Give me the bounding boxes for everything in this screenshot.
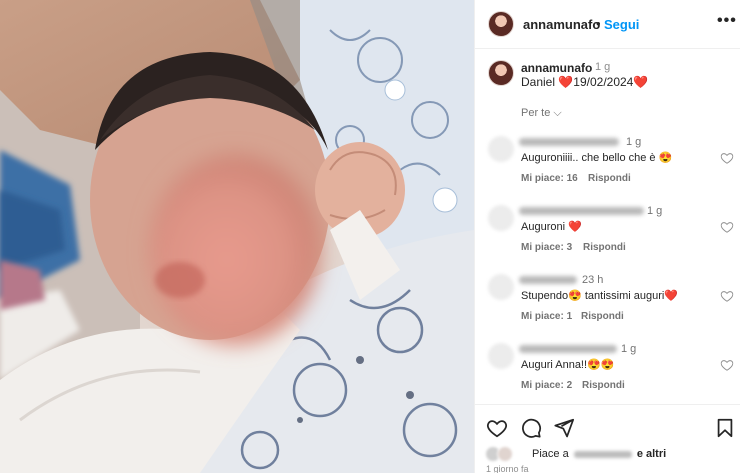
liker-avatar bbox=[497, 446, 513, 462]
post-caption: annamunafo 1 g Daniel ❤️19/02/2024❤️ Per… bbox=[475, 55, 740, 135]
heart-outline-icon[interactable] bbox=[720, 220, 734, 234]
header-separator: • bbox=[596, 16, 601, 31]
commenter-name-redacted bbox=[519, 345, 617, 353]
comment-item: 1 g Auguri Anna!!😍😍 Mi piace: 2 Rispondi bbox=[475, 343, 740, 403]
comment-age: 1 g bbox=[626, 136, 642, 148]
comment-text: Stupendo😍 tantissimi auguri❤️ bbox=[521, 290, 679, 302]
comment-item: 23 h Stupendo😍 tantissimi auguri❤️ Mi pi… bbox=[475, 274, 740, 334]
caption-age: 1 g bbox=[595, 61, 611, 73]
comment-likes[interactable]: Mi piace: 16 bbox=[521, 173, 578, 184]
commenter-avatar[interactable] bbox=[488, 274, 514, 300]
likes-suffix: e altri bbox=[636, 448, 667, 460]
author-avatar[interactable] bbox=[488, 11, 514, 37]
reply-button[interactable]: Rispondi bbox=[583, 242, 626, 253]
likes-text[interactable]: Piace a e altri bbox=[532, 448, 666, 460]
comment-icon[interactable] bbox=[520, 417, 542, 439]
comment-text: Auguri Anna!!😍😍 bbox=[521, 359, 615, 371]
newborn-photo bbox=[0, 0, 474, 473]
post-sidebar: annamunafo • Segui ••• annamunafo 1 g Da… bbox=[474, 0, 740, 473]
bookmark-icon[interactable] bbox=[714, 417, 736, 439]
author-username[interactable]: annamunafo bbox=[523, 17, 600, 32]
comment-age: 23 h bbox=[582, 274, 604, 286]
caption-username[interactable]: annamunafo bbox=[521, 61, 592, 75]
commenter-avatar[interactable] bbox=[488, 343, 514, 369]
reply-button[interactable]: Rispondi bbox=[581, 311, 624, 322]
reply-button[interactable]: Rispondi bbox=[588, 173, 631, 184]
caption-avatar[interactable] bbox=[488, 60, 514, 86]
post-timestamp: 1 giorno fa bbox=[486, 464, 529, 473]
commenter-name-redacted bbox=[519, 276, 577, 284]
comment-item: 1 g Auguroni ❤️ Mi piace: 3 Rispondi bbox=[475, 205, 740, 265]
comment-likes[interactable]: Mi piace: 2 bbox=[521, 380, 572, 391]
paper-plane-icon[interactable] bbox=[553, 417, 575, 439]
comment-text: Auguroni ❤️ bbox=[521, 221, 582, 233]
commenter-name-redacted bbox=[519, 138, 619, 146]
heart-outline-icon[interactable] bbox=[720, 151, 734, 165]
caption-text: Daniel ❤️19/02/2024❤️ bbox=[521, 75, 649, 89]
commenter-name-redacted bbox=[519, 207, 644, 215]
heart-outline-icon[interactable] bbox=[720, 358, 734, 372]
more-options-icon[interactable]: ••• bbox=[717, 12, 737, 30]
audience-dropdown[interactable]: Per te ⌵ bbox=[521, 107, 562, 120]
reply-button[interactable]: Rispondi bbox=[582, 380, 625, 391]
comment-likes[interactable]: Mi piace: 1 bbox=[521, 311, 572, 322]
heart-outline-icon[interactable] bbox=[720, 289, 734, 303]
post-header: annamunafo • Segui ••• bbox=[475, 0, 740, 49]
liker-name-redacted bbox=[573, 450, 632, 458]
post-photo[interactable] bbox=[0, 0, 474, 473]
post-actions: Piace a e altri 1 giorno fa bbox=[475, 404, 740, 473]
commenter-avatar[interactable] bbox=[488, 136, 514, 162]
heart-icon[interactable] bbox=[486, 417, 508, 439]
commenter-avatar[interactable] bbox=[488, 205, 514, 231]
comment-likes[interactable]: Mi piace: 3 bbox=[521, 242, 572, 253]
comment-item: 1 g Auguroniiii.. che bello che è 😍 Mi p… bbox=[475, 136, 740, 196]
comment-age: 1 g bbox=[621, 343, 637, 355]
comment-text: Auguroniiii.. che bello che è 😍 bbox=[521, 152, 673, 164]
follow-button[interactable]: Segui bbox=[604, 17, 639, 32]
comment-age: 1 g bbox=[647, 205, 663, 217]
likes-prefix: Piace a bbox=[532, 448, 569, 460]
